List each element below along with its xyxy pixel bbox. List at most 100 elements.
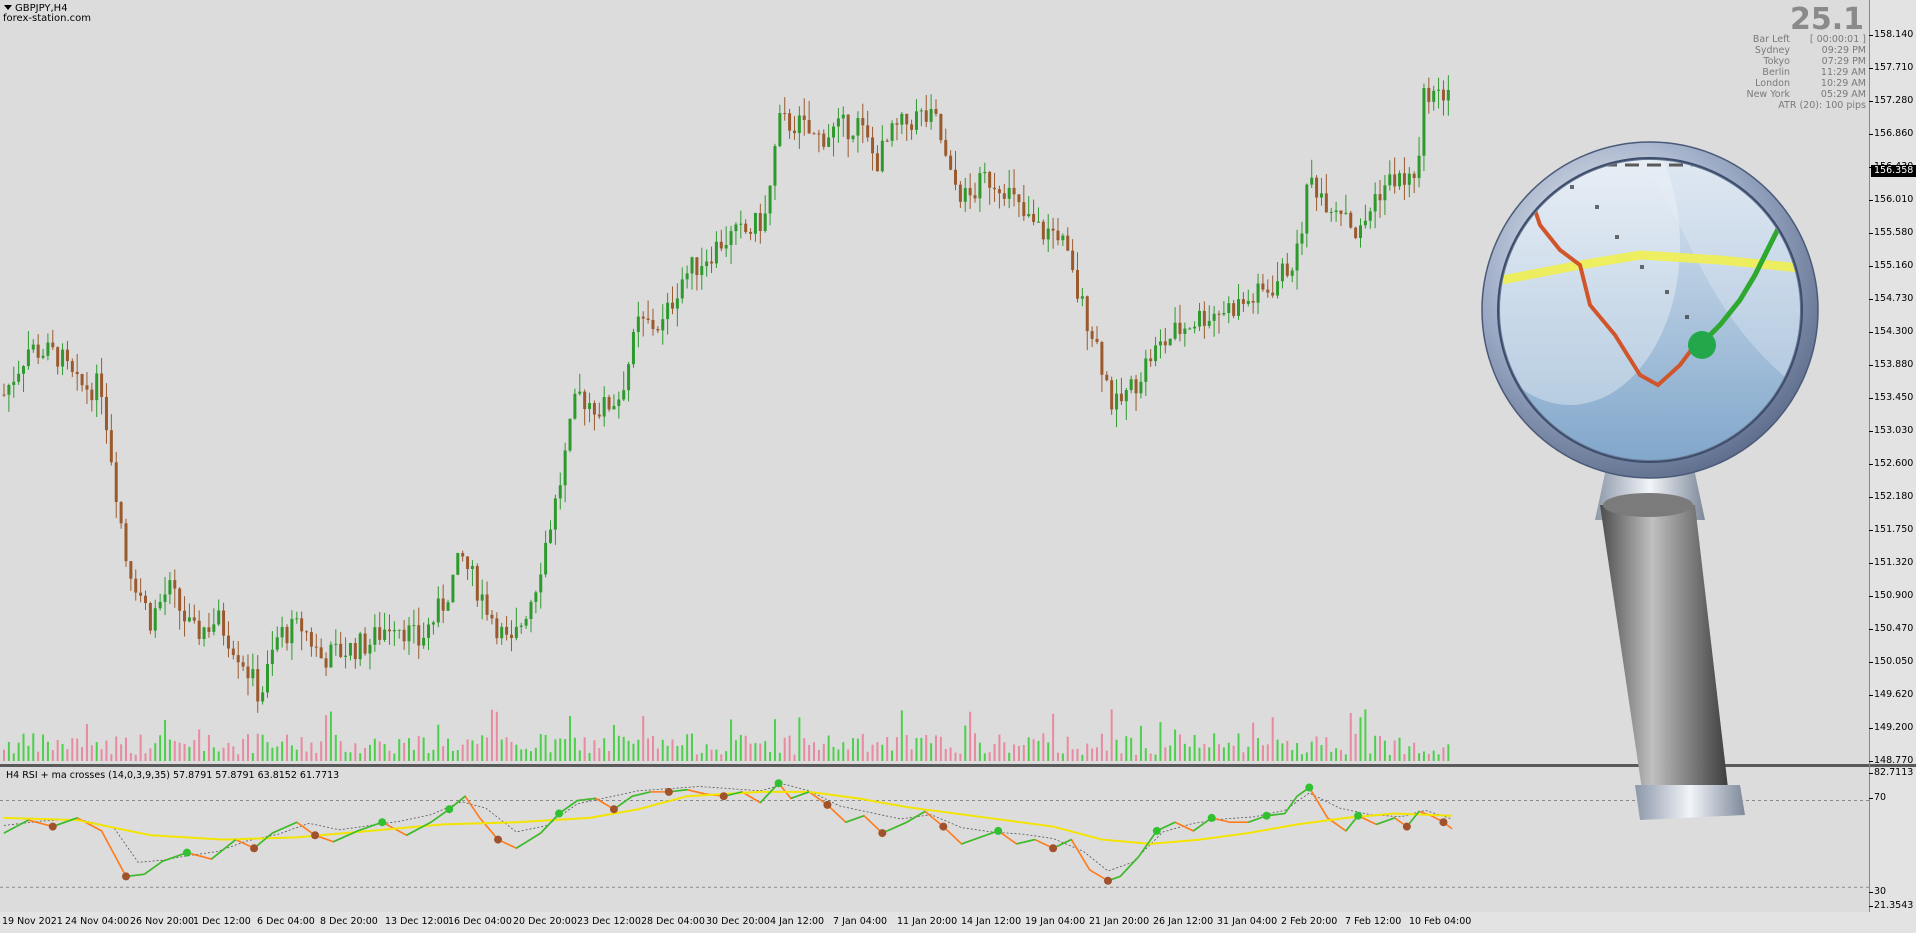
candle-body	[26, 349, 30, 367]
info-value: 05:29 AM	[1820, 89, 1866, 100]
candle-body	[519, 625, 523, 627]
candle-body	[446, 602, 450, 611]
candle-body	[114, 462, 118, 503]
candle-body	[329, 644, 333, 668]
candle-body	[724, 244, 728, 249]
time-tick: 6 Dec 04:00	[257, 916, 315, 927]
volume-bar	[661, 739, 664, 761]
volume-bar	[1144, 748, 1147, 761]
info-row: Tokyo 07:29 PM	[1726, 56, 1866, 67]
price-tick: 151.750	[1868, 524, 1914, 535]
candle-body	[1344, 212, 1348, 214]
volume-bar	[569, 715, 572, 761]
volume-bar	[822, 743, 825, 761]
volume-bar	[813, 742, 816, 761]
candle-body	[153, 608, 157, 631]
volume-bar	[378, 741, 381, 761]
volume-bar	[554, 739, 557, 761]
candle-body	[1061, 235, 1065, 241]
volume-bar	[237, 754, 240, 761]
volume-bar	[949, 747, 952, 761]
price-tick: 149.620	[1868, 689, 1914, 700]
candle-body	[51, 342, 55, 348]
candle-body	[729, 231, 733, 245]
candle-body	[1319, 193, 1323, 198]
candle-body	[592, 403, 596, 415]
volume-bar	[315, 752, 318, 761]
candle-body	[31, 344, 35, 350]
time-tick: 10 Feb 04:00	[1409, 916, 1472, 927]
candle-body	[788, 113, 792, 131]
candle-body	[1417, 155, 1421, 179]
candle-body	[1280, 263, 1284, 282]
volume-bar	[27, 745, 30, 761]
rsi-up-segment	[906, 810, 926, 823]
candle-body	[1154, 345, 1158, 362]
candle-body	[265, 664, 269, 693]
volume-bar	[1052, 713, 1055, 761]
candle-body	[744, 223, 748, 232]
volume-bar	[934, 735, 937, 761]
cross-dot	[311, 831, 320, 840]
volume-bar	[32, 733, 35, 761]
candle-body	[75, 371, 79, 375]
candle-body	[549, 529, 553, 543]
candle-body	[1334, 210, 1338, 213]
volume-bar	[344, 751, 347, 761]
volume-bar	[515, 744, 518, 761]
time-tick: 7 Jan 04:00	[833, 916, 888, 927]
volume-bar	[993, 744, 996, 761]
volume-bar	[969, 711, 972, 761]
candle-body	[1246, 300, 1250, 304]
volume-bar	[1105, 750, 1108, 761]
candle-body	[1407, 173, 1411, 185]
candle-body	[944, 140, 948, 156]
price-tick: 154.730	[1868, 293, 1914, 304]
rsi-up-segment	[143, 860, 164, 875]
time-tick: 20 Dec 20:00	[513, 916, 577, 927]
cross-dot	[1152, 826, 1161, 835]
candle-body	[1202, 310, 1206, 326]
candle-body	[568, 418, 572, 451]
volume-bar	[749, 743, 752, 761]
rsi-up-segment	[759, 782, 780, 804]
volume-bar	[944, 749, 947, 761]
volume-bar	[1139, 725, 1142, 761]
candle-body	[509, 634, 513, 639]
info-value: 09:29 PM	[1821, 45, 1866, 56]
candle-body	[470, 565, 474, 569]
candle-body	[622, 390, 626, 400]
volume-bar	[139, 734, 142, 761]
candle-body	[573, 393, 577, 419]
candle-body	[231, 648, 235, 656]
candle-body	[1095, 338, 1099, 343]
cross-dot	[1262, 811, 1271, 820]
volume-bars	[3, 709, 1450, 761]
candle-body	[1085, 296, 1089, 332]
volume-bar	[300, 737, 303, 761]
volume-bar	[305, 751, 308, 761]
candle-body	[1393, 174, 1397, 187]
volume-bar	[505, 737, 508, 761]
cross-dot	[939, 822, 948, 831]
candle-body	[495, 618, 499, 639]
volume-bar	[471, 740, 474, 761]
volume-bar	[456, 750, 459, 761]
candle-body	[290, 618, 294, 644]
candle-body	[109, 430, 113, 463]
volume-bar	[725, 751, 728, 761]
candle-body	[1295, 243, 1299, 271]
volume-bar	[578, 750, 581, 761]
candle-body	[997, 189, 1001, 194]
volume-bar	[1257, 738, 1260, 761]
volume-bar	[37, 751, 40, 761]
dropdown-triangle-icon[interactable]	[4, 5, 12, 10]
volume-bar	[1013, 744, 1016, 761]
candle-body	[95, 373, 99, 401]
time-tick: 31 Jan 04:00	[1217, 916, 1278, 927]
volume-bar	[827, 735, 830, 761]
volume-bar	[856, 738, 859, 761]
volume-bar	[1110, 709, 1113, 761]
volume-bar	[447, 738, 450, 761]
candle-body	[827, 137, 831, 147]
